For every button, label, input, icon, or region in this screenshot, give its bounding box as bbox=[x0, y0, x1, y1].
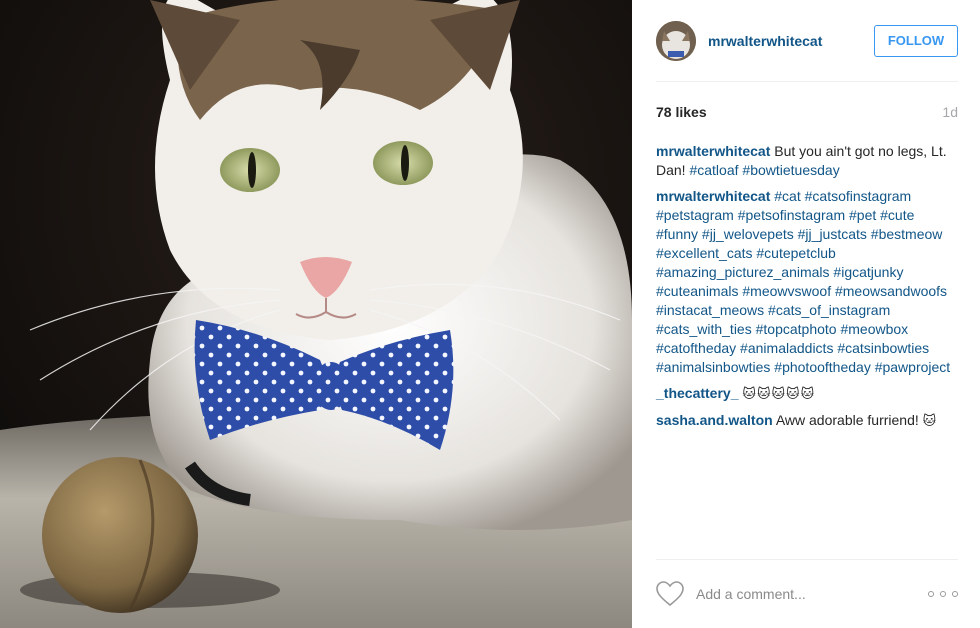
cat-emoji: 🐱 bbox=[922, 414, 938, 429]
hashtag-link[interactable]: #cat #catsofinstagram #petstagram #petso… bbox=[656, 188, 950, 375]
likes-count[interactable]: 78 likes bbox=[656, 104, 707, 120]
comment-username[interactable]: sasha.and.walton bbox=[656, 412, 773, 428]
heart-icon[interactable] bbox=[656, 581, 684, 607]
comment-item: _thecattery_ 🐱🐱🐱🐱🐱 bbox=[656, 384, 958, 404]
comment-item: mrwalterwhitecat #cat #catsofinstagram #… bbox=[656, 187, 958, 377]
cat-emoji: 🐱🐱🐱🐱🐱 bbox=[742, 387, 816, 402]
comment-list: mrwalterwhitecat But you ain't got no le… bbox=[656, 142, 958, 431]
post-header: mrwalterwhitecat FOLLOW bbox=[656, 0, 958, 82]
more-options-icon[interactable] bbox=[928, 587, 958, 601]
post-photo[interactable] bbox=[0, 0, 632, 628]
cat-photo-image bbox=[0, 0, 632, 628]
post-timestamp[interactable]: 1d bbox=[942, 104, 958, 120]
comment-username[interactable]: mrwalterwhitecat bbox=[656, 188, 770, 204]
comment-item: mrwalterwhitecat But you ain't got no le… bbox=[656, 142, 958, 180]
follow-button[interactable]: FOLLOW bbox=[874, 24, 958, 57]
avatar-image bbox=[656, 20, 696, 61]
hashtag-link[interactable]: #bowtietuesday bbox=[739, 162, 839, 178]
comment-text: Aww adorable furriend! bbox=[772, 412, 923, 428]
comment-username[interactable]: _thecattery_ bbox=[656, 385, 739, 401]
comment-item: sasha.and.walton Aww adorable furriend! … bbox=[656, 411, 958, 431]
comment-footer bbox=[656, 559, 958, 628]
avatar[interactable] bbox=[656, 20, 696, 61]
comment-input[interactable] bbox=[696, 586, 928, 602]
comment-username[interactable]: mrwalterwhitecat bbox=[656, 143, 770, 159]
post-stats: 78 likes 1d bbox=[656, 102, 958, 122]
post-sidebar: mrwalterwhitecat FOLLOW 78 likes 1d mrwa… bbox=[632, 0, 980, 628]
post-container: mrwalterwhitecat FOLLOW 78 likes 1d mrwa… bbox=[0, 0, 980, 628]
dot-icon bbox=[928, 591, 934, 597]
username-link[interactable]: mrwalterwhitecat bbox=[708, 33, 874, 49]
dot-icon bbox=[952, 591, 958, 597]
dot-icon bbox=[940, 591, 946, 597]
hashtag-link[interactable]: #catloaf bbox=[689, 162, 738, 178]
